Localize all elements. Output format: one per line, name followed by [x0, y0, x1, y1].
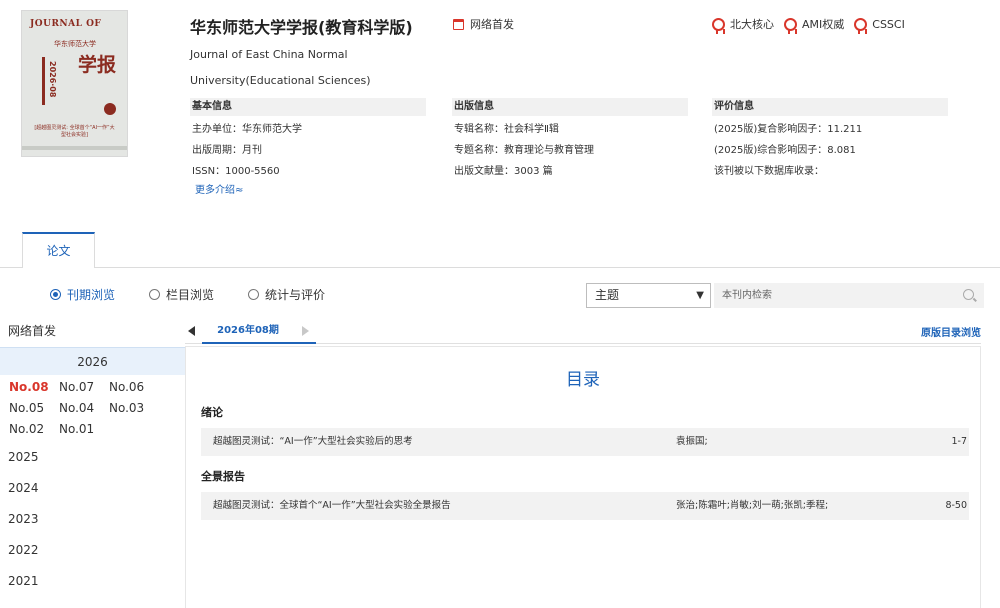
chevron-down-icon: ▼	[696, 290, 704, 301]
issn-line: ISSN：1000-5560	[192, 166, 280, 177]
article-pages: 1-7	[951, 436, 967, 447]
search-placeholder: 本刊内检索	[722, 290, 772, 301]
current-issue-tab[interactable]: 2026年08期	[202, 318, 316, 344]
calendar-icon	[453, 18, 464, 30]
first-publish-label: 网络首发	[470, 18, 514, 31]
search-input[interactable]: 本刊内检索	[714, 283, 984, 308]
issue-no06[interactable]: No.06	[109, 377, 159, 398]
cover-seal	[104, 103, 116, 115]
medal-icon	[712, 17, 725, 34]
year-2023[interactable]: 2023	[0, 504, 185, 535]
article-row: 超越图灵测试：“AI一作”大型社会实验后的思考 袁振国; 1-7	[201, 428, 969, 456]
composite-if-line: (2025版)复合影响因子：11.211	[714, 124, 863, 135]
issue-no02[interactable]: No.02	[9, 419, 59, 440]
volume-line: 出版文献量：3003 篇	[454, 166, 553, 177]
issue-no07[interactable]: No.07	[59, 377, 109, 398]
more-intro-link[interactable]: 更多介绍≈	[190, 182, 426, 200]
year-2025[interactable]: 2025	[0, 442, 185, 473]
browse-mode-group: 刊期浏览 栏目浏览 统计与评价	[50, 286, 325, 303]
year-2022[interactable]: 2022	[0, 535, 185, 566]
sponsor-line: 主办单位：华东师范大学	[192, 124, 302, 135]
article-title-link[interactable]: 超越图灵测试：全球首个“AI一作”大型社会实验全景报告	[213, 492, 451, 520]
search-field-value: 主题	[595, 288, 620, 302]
cover-school-name: 华东师范大学	[54, 40, 96, 48]
cover-bar	[42, 57, 45, 105]
issue-year-nav: 网络首发 2026 No.08 No.07 No.06 No.05 No.04 …	[0, 318, 185, 597]
journal-cover-image[interactable]: JOURNAL OF 华东师范大学 2026·08 学报 [超越图灵测试: 全球…	[21, 10, 128, 157]
search-field-select[interactable]: 主题 ▼	[586, 283, 711, 308]
year-2021[interactable]: 2021	[0, 566, 185, 597]
issue-no01[interactable]: No.01	[59, 419, 109, 440]
evaluation-info-section: 评价信息 (2025版)复合影响因子：11.211 (2025版)综合影响因子：…	[712, 98, 948, 182]
cover-top-text: JOURNAL OF	[30, 19, 102, 29]
comprehensive-if-line: (2025版)综合影响因子：8.081	[714, 145, 856, 156]
tab-papers[interactable]: 论文	[22, 232, 95, 268]
cover-note: [超越图灵测试: 全球首个“AI一作”大型社会实验]	[34, 125, 115, 138]
next-issue-arrow-icon[interactable]	[302, 326, 309, 336]
databases-line: 该刊被以下数据库收录：	[714, 166, 824, 177]
journal-title: 华东师范大学学报(教育科学版)	[190, 18, 413, 37]
year-2026[interactable]: 2026	[0, 347, 185, 375]
article-title-link[interactable]: 超越图灵测试：“AI一作”大型社会实验后的思考	[213, 428, 413, 456]
article-row: 超越图灵测试：全球首个“AI一作”大型社会实验全景报告 张治;陈霜叶;肖敏;刘一…	[201, 492, 969, 520]
article-authors[interactable]: 张治;陈霜叶;肖敏;刘一萌;张凯;季程;	[676, 492, 828, 520]
radio-label: 统计与评价	[265, 288, 326, 302]
issue-tab-bar: 2026年08期 原版目录浏览	[185, 318, 981, 344]
publish-info-section: 出版信息 专辑名称：社会科学Ⅱ辑 专题名称：教育理论与教育管理 出版文献量：30…	[452, 98, 688, 182]
medal-icon	[784, 17, 797, 34]
article-pages: 8-50	[945, 500, 967, 511]
radio-stats-eval[interactable]: 统计与评价	[248, 286, 325, 303]
journal-english-title: Journal of East China Normal University(…	[190, 48, 371, 87]
toc-title: 目录	[566, 370, 600, 390]
badge-label: 北大核心	[730, 18, 774, 31]
nav-first-publish[interactable]: 网络首发	[0, 318, 185, 344]
section-heading: 绪论	[201, 406, 223, 419]
toc-content: 目录 绪论 超越图灵测试：“AI一作”大型社会实验后的思考 袁振国; 1-7 全…	[185, 346, 981, 608]
series-line: 专辑名称：社会科学Ⅱ辑	[454, 124, 559, 135]
issue-no08[interactable]: No.08	[9, 377, 59, 398]
prev-issue-arrow-icon[interactable]	[188, 326, 195, 336]
article-authors[interactable]: 袁振国;	[676, 428, 708, 456]
section-heading: 全景报告	[201, 470, 245, 483]
first-publish-link[interactable]: 网络首发	[453, 16, 514, 32]
publish-info-heading: 出版信息	[452, 98, 688, 116]
original-toc-link[interactable]: 原版目录浏览	[921, 324, 981, 339]
year-2024[interactable]: 2024	[0, 473, 185, 504]
cover-issue: 2026·08	[48, 61, 57, 98]
radio-unselected-icon	[149, 289, 161, 300]
cover-big-text: 学报	[78, 54, 117, 76]
issue-no03[interactable]: No.03	[109, 398, 159, 419]
search-icon[interactable]	[963, 289, 974, 300]
issue-list: No.08 No.07 No.06 No.05 No.04 No.03 No.0…	[0, 375, 185, 440]
toc-panel: 2026年08期 原版目录浏览 目录 绪论 超越图灵测试：“AI一作”大型社会实…	[185, 318, 981, 608]
topic-line: 专题名称：教育理论与教育管理	[454, 145, 594, 156]
badge-pku-core: 北大核心	[712, 16, 774, 34]
radio-issue-browse[interactable]: 刊期浏览	[50, 286, 115, 303]
radio-selected-icon	[50, 289, 61, 300]
radio-column-browse[interactable]: 栏目浏览	[149, 286, 214, 303]
badge-label: AMI权威	[802, 18, 845, 31]
index-badges: 北大核心 AMI权威 CSSCI	[712, 16, 905, 34]
issue-no04[interactable]: No.04	[59, 398, 109, 419]
tab-divider	[0, 267, 1000, 268]
badge-cssci: CSSCI	[854, 16, 905, 34]
radio-label: 栏目浏览	[166, 288, 215, 302]
badge-ami: AMI权威	[784, 16, 845, 34]
radio-label: 刊期浏览	[67, 288, 116, 302]
medal-icon	[854, 17, 868, 34]
basic-info-section: 基本信息 主办单位：华东师范大学 出版周期：月刊 ISSN：1000-5560 …	[190, 98, 426, 200]
basic-info-heading: 基本信息	[190, 98, 426, 116]
badge-label: CSSCI	[872, 17, 905, 31]
cover-footer-strip	[22, 146, 127, 150]
cycle-line: 出版周期：月刊	[192, 145, 262, 156]
evaluation-info-heading: 评价信息	[712, 98, 948, 116]
issue-no05[interactable]: No.05	[9, 398, 59, 419]
radio-unselected-icon	[248, 289, 260, 300]
